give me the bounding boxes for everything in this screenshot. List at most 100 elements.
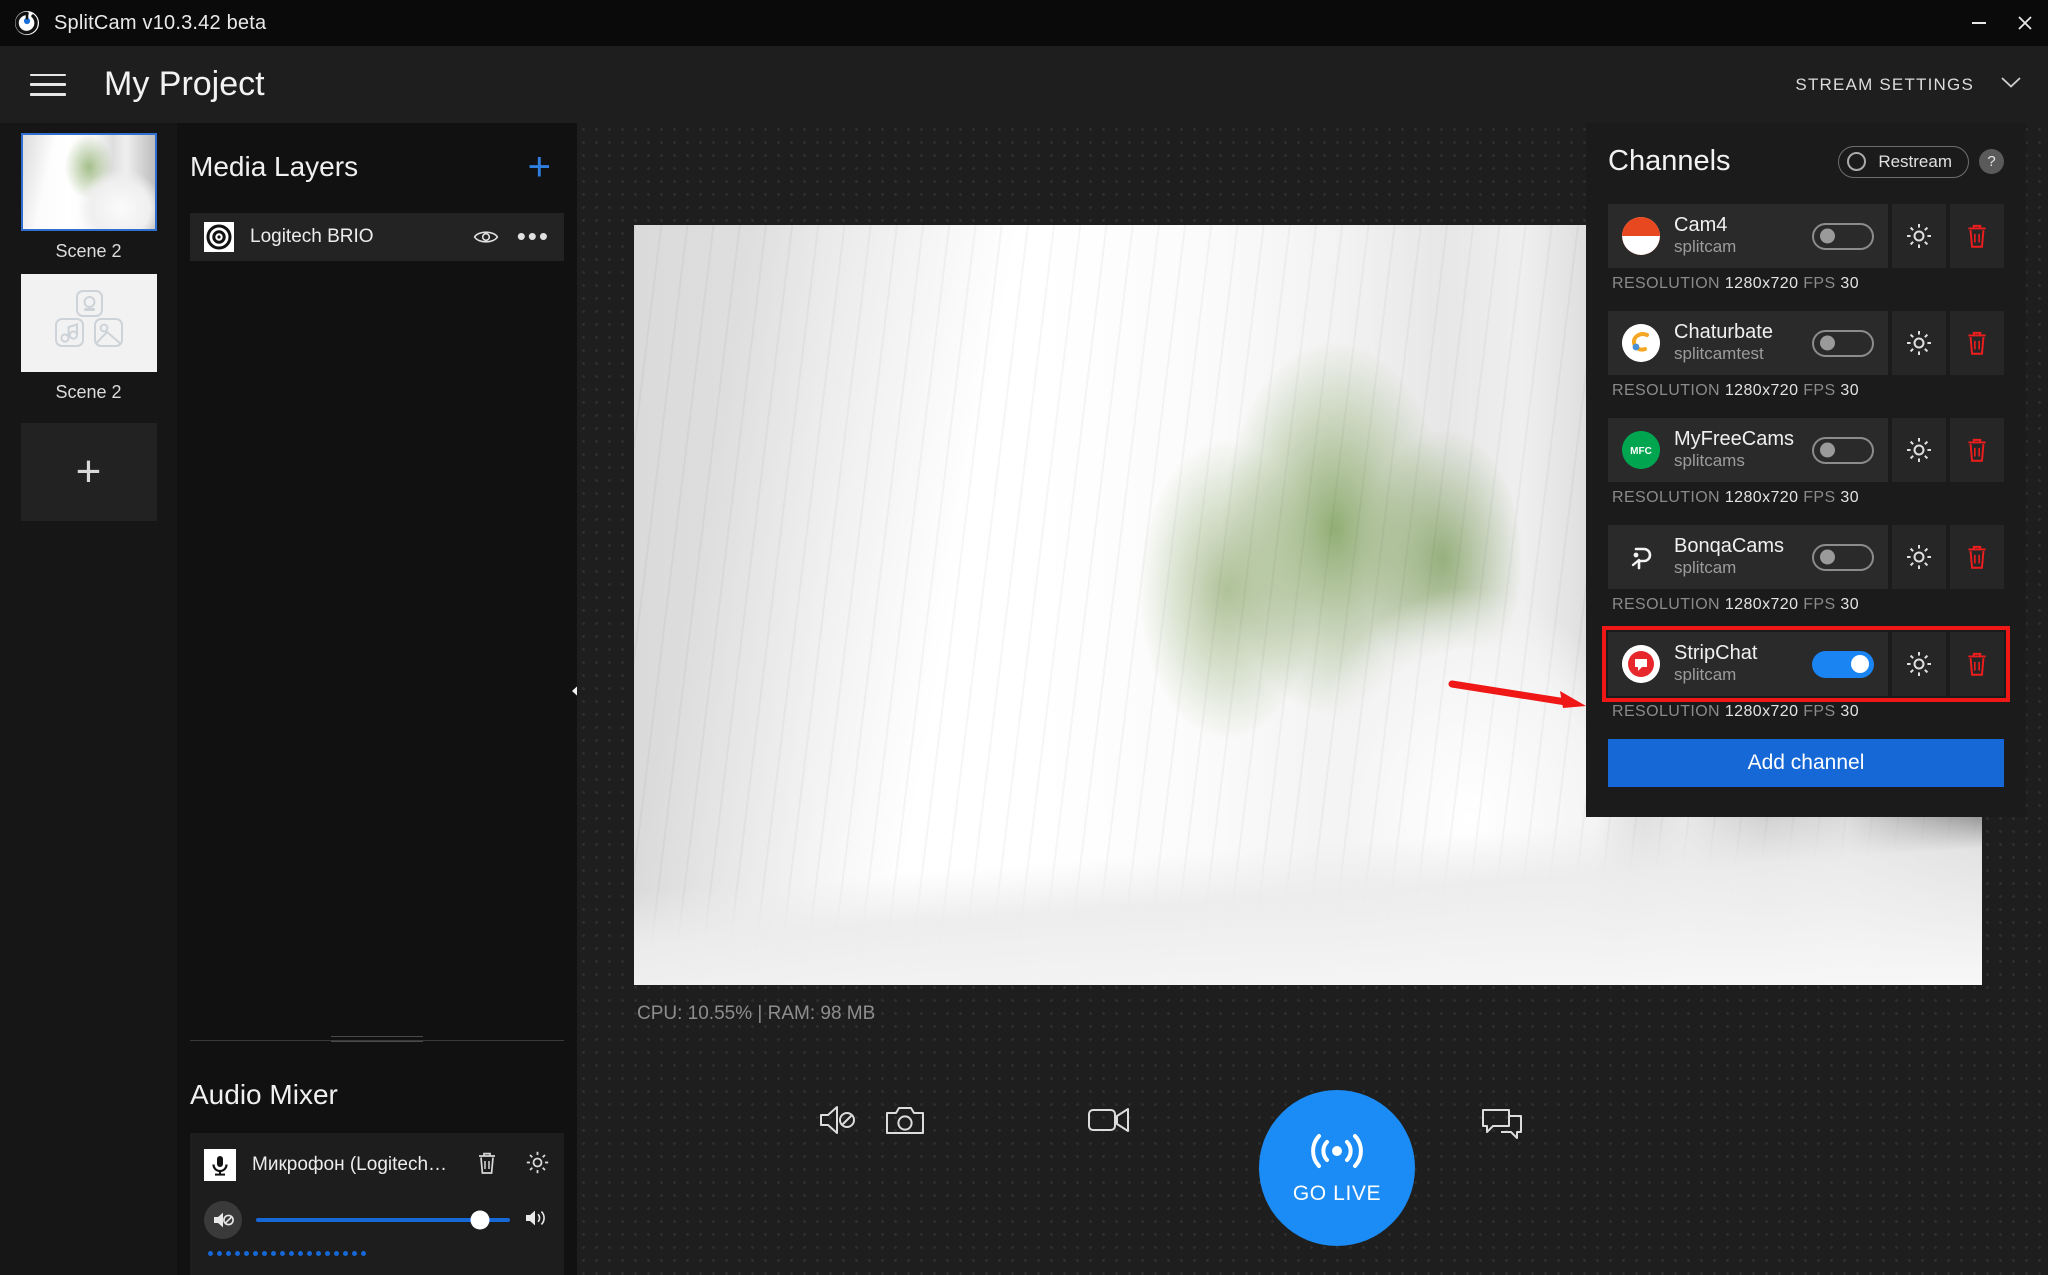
channel-delete-button[interactable] (1950, 204, 2004, 268)
resolution-label: RESOLUTION (1612, 275, 1721, 292)
fps-value: 30 (1840, 382, 1860, 399)
channels-header: Channels Restream ? (1608, 145, 2004, 178)
channel-row[interactable]: MFC MyFreeCams splitcams (1608, 418, 2004, 482)
channel-settings-button[interactable] (1892, 311, 1946, 375)
splitter-grip[interactable] (331, 1036, 423, 1045)
panel-splitter[interactable] (190, 1029, 564, 1053)
volume-slider-knob[interactable] (470, 1210, 490, 1230)
resolution-label: RESOLUTION (1612, 489, 1721, 506)
hamburger-menu-icon[interactable] (30, 70, 66, 100)
scenes-sidebar: Scene 2 Scene 2 + (0, 123, 177, 1275)
media-and-audio-panel: Media Layers + Logitech BRIO ••• Audio M… (177, 123, 577, 1275)
app-header: My Project STREAM SETTINGS (0, 46, 2048, 123)
channel-row[interactable]: BonqaCams splitcam (1608, 525, 2004, 589)
channel-name: Chaturbate (1674, 320, 1773, 343)
plus-icon: + (75, 447, 102, 496)
restream-radio-icon (1847, 152, 1867, 171)
channel-main[interactable]: Chaturbate splitcamtest (1608, 311, 1888, 375)
eye-icon[interactable] (473, 228, 499, 246)
speaker-on-icon[interactable] (524, 1207, 550, 1234)
media-layers-title: Media Layers (190, 151, 359, 182)
channel-delete-button[interactable] (1950, 525, 2004, 589)
trash-icon[interactable] (475, 1150, 499, 1181)
channel-delete-button[interactable] (1950, 418, 2004, 482)
channel-enable-toggle[interactable] (1812, 543, 1874, 571)
channel-row[interactable]: CAM Cam4 splitcam (1608, 204, 2004, 268)
scene-item[interactable]: Scene 2 (0, 133, 177, 262)
channel-enable-toggle[interactable] (1812, 436, 1874, 464)
channel-main[interactable]: CAM Cam4 splitcam (1608, 204, 1888, 268)
channel-row[interactable]: Chaturbate splitcamtest (1608, 311, 2004, 375)
app-title: SplitCam v10.3.42 beta (54, 11, 267, 34)
channel-account: splitcam (1674, 664, 1737, 684)
channel-enable-toggle[interactable] (1812, 650, 1874, 678)
add-scene-button[interactable]: + (0, 415, 177, 521)
video-record-icon[interactable] (1087, 1105, 1131, 1135)
channel-main[interactable]: MFC MyFreeCams splitcams (1608, 418, 1888, 482)
media-layer-label: Logitech BRIO (250, 226, 374, 247)
chat-icon[interactable] (1481, 1107, 1525, 1141)
channel-main[interactable]: BonqaCams splitcam (1608, 525, 1888, 589)
channel-meta: RESOLUTION 1280x720 FPS 30 (1612, 489, 2004, 507)
channel-name: BonqaCams (1674, 534, 1785, 557)
channel-settings-button[interactable] (1892, 418, 1946, 482)
stream-settings-button[interactable]: STREAM SETTINGS (1795, 75, 2022, 95)
microphone-icon (204, 1149, 236, 1181)
audio-level-meter (204, 1251, 550, 1257)
channel-names: StripChat splitcam (1674, 642, 1757, 686)
audio-track-header: Микрофон (Logitech… (204, 1145, 550, 1185)
channel-settings-button[interactable] (1892, 632, 1946, 696)
fps-label: FPS (1803, 596, 1836, 613)
chaturbate-logo-icon (1622, 324, 1660, 362)
channel-delete-button[interactable] (1950, 311, 2004, 375)
volume-slider-row (204, 1201, 550, 1239)
camera-snapshot-icon[interactable] (885, 1103, 925, 1137)
channel-delete-button[interactable] (1950, 632, 2004, 696)
channel-enable-toggle[interactable] (1812, 222, 1874, 250)
media-layer-row[interactable]: Logitech BRIO ••• (190, 213, 564, 261)
fps-value: 30 (1840, 703, 1860, 720)
restream-toggle[interactable]: Restream (1838, 145, 1969, 178)
stripchat-logo-icon (1622, 645, 1660, 683)
fps-label: FPS (1803, 275, 1836, 292)
channels-title: Channels (1608, 145, 1731, 177)
channel-name: MyFreeCams (1674, 427, 1795, 450)
gear-icon[interactable] (525, 1150, 550, 1180)
restream-label: Restream (1878, 151, 1952, 171)
splitcam-logo-icon (14, 10, 40, 36)
channel-names: MyFreeCams splitcams (1674, 428, 1794, 472)
add-media-layer-button[interactable]: + (528, 147, 551, 187)
performance-stats: CPU: 10.55% | RAM: 98 MB (637, 1003, 876, 1024)
add-scene-tile[interactable]: + (20, 423, 157, 521)
volume-slider[interactable] (256, 1210, 510, 1230)
media-layer-actions: ••• (473, 224, 550, 249)
channel-enable-toggle[interactable] (1812, 329, 1874, 357)
svg-text:MFC: MFC (1630, 446, 1652, 457)
help-icon[interactable]: ? (1979, 149, 2004, 174)
audio-track-label: Микрофон (Logitech… (252, 1154, 448, 1175)
go-live-button[interactable]: GO LIVE (1259, 1090, 1415, 1246)
cam4-logo-icon: CAM (1622, 217, 1660, 255)
resolution-value: 1280x720 (1724, 275, 1799, 292)
speaker-mute-icon[interactable] (817, 1103, 859, 1137)
scene-item[interactable]: Scene 2 (0, 274, 177, 403)
channel-row[interactable]: StripChat splitcam (1602, 626, 2010, 702)
add-channel-button[interactable]: Add channel (1608, 739, 2004, 787)
more-options-icon[interactable]: ••• (517, 224, 550, 249)
fps-label: FPS (1803, 382, 1836, 399)
channel-main[interactable]: StripChat splitcam (1608, 632, 1888, 696)
channel-names: BonqaCams splitcam (1674, 535, 1784, 579)
page-title: My Project (104, 65, 265, 103)
channels-panel: Channels Restream ? CAM Cam4 splitcam RE… (1586, 123, 2026, 817)
bongacams-logo-icon (1622, 538, 1660, 576)
resolution-label: RESOLUTION (1612, 703, 1721, 720)
speaker-mute-icon[interactable] (204, 1201, 242, 1239)
window-controls (1956, 0, 2048, 46)
minimize-icon[interactable] (1956, 0, 2002, 46)
channel-settings-button[interactable] (1892, 525, 1946, 589)
channel-settings-button[interactable] (1892, 204, 1946, 268)
close-icon[interactable] (2002, 0, 2048, 46)
channel-name: StripChat (1674, 641, 1758, 664)
scene-thumbnail-placeholder[interactable] (20, 274, 157, 372)
scene-thumbnail-preview[interactable] (20, 133, 157, 231)
